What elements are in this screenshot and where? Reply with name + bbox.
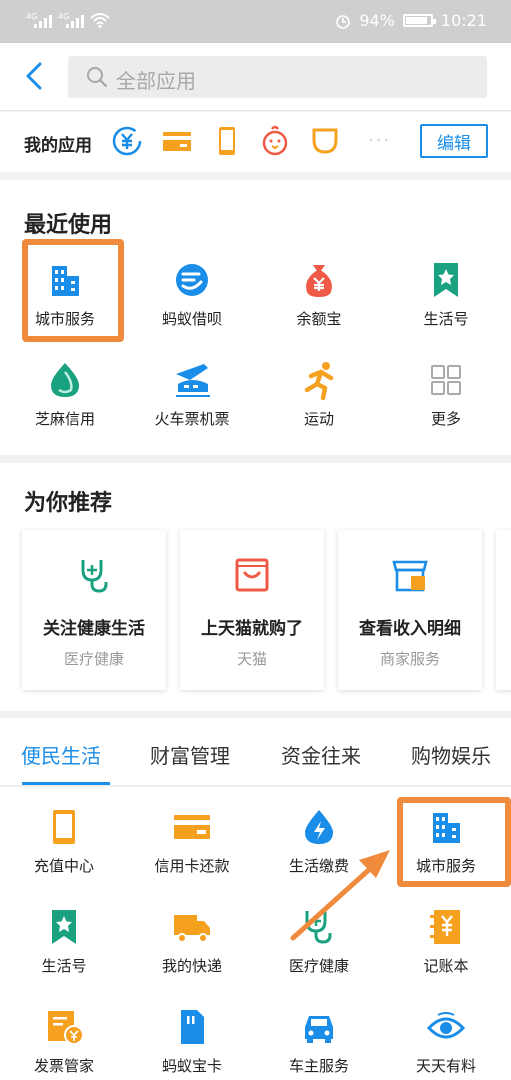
- wifi-icon: [90, 13, 110, 28]
- recent-title: 最近使用: [24, 213, 113, 238]
- signal-icon: 4G: [26, 12, 52, 28]
- life-item-credit-card[interactable]: 信用卡还款: [137, 807, 247, 887]
- life-item-express[interactable]: 我的快递: [137, 907, 247, 987]
- battery-percent: 94%: [359, 11, 395, 30]
- recent-item-label: 生活号: [423, 310, 469, 328]
- battery-icon: [402, 14, 436, 27]
- life-item-medical[interactable]: 医疗健康: [264, 907, 374, 987]
- recommend-card-subtitle: 医疗健康: [63, 650, 124, 668]
- stethoscope-icon: [305, 911, 332, 944]
- recommend-card-health[interactable]: 关注健康生活 医疗健康: [22, 530, 166, 690]
- money-bag-icon: [306, 265, 332, 297]
- life-item-car-owner[interactable]: 车主服务: [264, 1007, 374, 1080]
- tmall-bag-icon: [235, 558, 269, 592]
- ant-borrow-icon: [176, 264, 208, 296]
- search-placeholder: 全部应用: [116, 69, 196, 93]
- life-item-label: 天天有料: [415, 1057, 476, 1075]
- life-item-ledger[interactable]: 记账本: [391, 907, 501, 987]
- life-item-label: 生活缴费: [288, 857, 349, 875]
- card-icon[interactable]: [160, 124, 194, 158]
- recommend-card-subtitle: 天猫: [236, 650, 267, 668]
- recent-item-label: 蚂蚁借呗: [161, 310, 222, 328]
- phone-recharge-icon: [53, 810, 75, 844]
- recommend-card-subtitle: 商家服务: [379, 650, 440, 668]
- life-item-utility[interactable]: 生活缴费: [264, 807, 374, 887]
- highlight-box-life-city-service: [397, 797, 511, 887]
- back-arrow-icon[interactable]: [20, 61, 50, 91]
- more-apps-dots[interactable]: ···: [368, 130, 391, 151]
- tab-funds-transfer[interactable]: 资金往来: [281, 740, 361, 769]
- life-item-label: 信用卡还款: [154, 857, 230, 875]
- recommend-card-peek: [496, 530, 511, 690]
- invoice-icon: [48, 1011, 84, 1045]
- tab-shopping-entertainment[interactable]: 购物娱乐: [411, 740, 491, 769]
- recommend-card-title: 关注健康生活: [43, 619, 145, 639]
- ledger-icon: [430, 910, 460, 944]
- shop-icon: [392, 560, 428, 592]
- utility-drop-icon: [305, 810, 333, 844]
- tab-convenient-life[interactable]: 便民生活: [21, 740, 101, 769]
- highlight-box-recent-city-service: [22, 239, 124, 342]
- recent-item-life-account[interactable]: 生活号: [391, 260, 501, 340]
- recommend-card-title: 查看收入明细: [359, 619, 461, 639]
- sesame-drop-icon: [51, 363, 79, 397]
- life-item-recharge[interactable]: 充值中心: [9, 807, 119, 887]
- life-item-label: 医疗健康: [288, 957, 349, 975]
- clock: 10:21: [440, 11, 487, 30]
- alarm-icon: [336, 14, 351, 29]
- stethoscope-icon: [81, 560, 108, 593]
- life-item-label: 车主服务: [288, 1057, 349, 1075]
- category-tabs: 便民生活 财富管理 资金往来 购物娱乐: [0, 718, 511, 786]
- life-item-label: 发票管家: [33, 1057, 94, 1075]
- recent-item-label: 芝麻信用: [34, 410, 95, 428]
- bookmark-star-icon: [52, 910, 76, 944]
- life-item-label: 我的快递: [161, 957, 222, 975]
- recent-item-yuebao[interactable]: 余额宝: [264, 260, 374, 340]
- recent-item-label: 运动: [303, 410, 334, 428]
- yuan-transfer-icon[interactable]: [110, 124, 144, 158]
- recommend-title: 为你推荐: [24, 491, 113, 516]
- phone-icon[interactable]: [210, 124, 244, 158]
- grid-more-icon: [431, 365, 461, 395]
- recent-item-train-plane[interactable]: 火车票机票: [137, 360, 247, 440]
- life-item-label: 生活号: [41, 957, 87, 975]
- header: 全部应用: [0, 43, 511, 111]
- life-item-life-account[interactable]: 生活号: [9, 907, 119, 987]
- life-item-ant-card[interactable]: 蚂蚁宝卡: [137, 1007, 247, 1080]
- life-item-label: 蚂蚁宝卡: [161, 1057, 222, 1075]
- search-input[interactable]: 全部应用: [68, 56, 487, 98]
- life-item-daily-news[interactable]: 天天有料: [391, 1007, 501, 1080]
- recent-item-ant-borrow[interactable]: 蚂蚁借呗: [137, 260, 247, 340]
- life-item-invoice[interactable]: 发票管家: [9, 1007, 119, 1080]
- cup-icon[interactable]: [308, 124, 342, 158]
- chick-icon[interactable]: [258, 124, 292, 158]
- recommend-card-merchant[interactable]: 查看收入明细 商家服务: [338, 530, 482, 690]
- tab-wealth-management[interactable]: 财富管理: [150, 740, 230, 769]
- credit-card-icon: [174, 815, 210, 839]
- recent-item-label: 更多: [430, 410, 461, 428]
- status-bar: 4G 4G 94% 10:21: [0, 0, 511, 43]
- recent-item-sesame-credit[interactable]: 芝麻信用: [10, 360, 120, 440]
- recommend-card-tmall[interactable]: 上天猫就购了 天猫: [180, 530, 324, 690]
- life-item-label: 记账本: [423, 957, 469, 975]
- signal-icon-2: 4G: [58, 12, 84, 28]
- active-tab-indicator: [22, 782, 110, 785]
- train-plane-icon: [176, 364, 210, 397]
- recent-item-label: 余额宝: [296, 310, 342, 328]
- sim-card-icon: [181, 1010, 204, 1044]
- bookmark-star-icon: [434, 263, 458, 297]
- truck-icon: [174, 915, 210, 943]
- recent-item-label: 火车票机票: [154, 410, 230, 428]
- recommend-card-title: 上天猫就购了: [201, 619, 303, 639]
- edit-button[interactable]: 编辑: [420, 124, 488, 158]
- recent-item-sport[interactable]: 运动: [264, 360, 374, 440]
- runner-icon: [304, 362, 334, 400]
- life-item-label: 充值中心: [33, 857, 94, 875]
- car-icon: [305, 1016, 333, 1043]
- eye-icon: [426, 1012, 466, 1039]
- search-icon: [87, 67, 108, 88]
- my-apps-title: 我的应用: [24, 136, 92, 156]
- recent-item-more[interactable]: 更多: [391, 360, 501, 440]
- my-apps-bar: 我的应用 ··· 编辑: [0, 112, 511, 172]
